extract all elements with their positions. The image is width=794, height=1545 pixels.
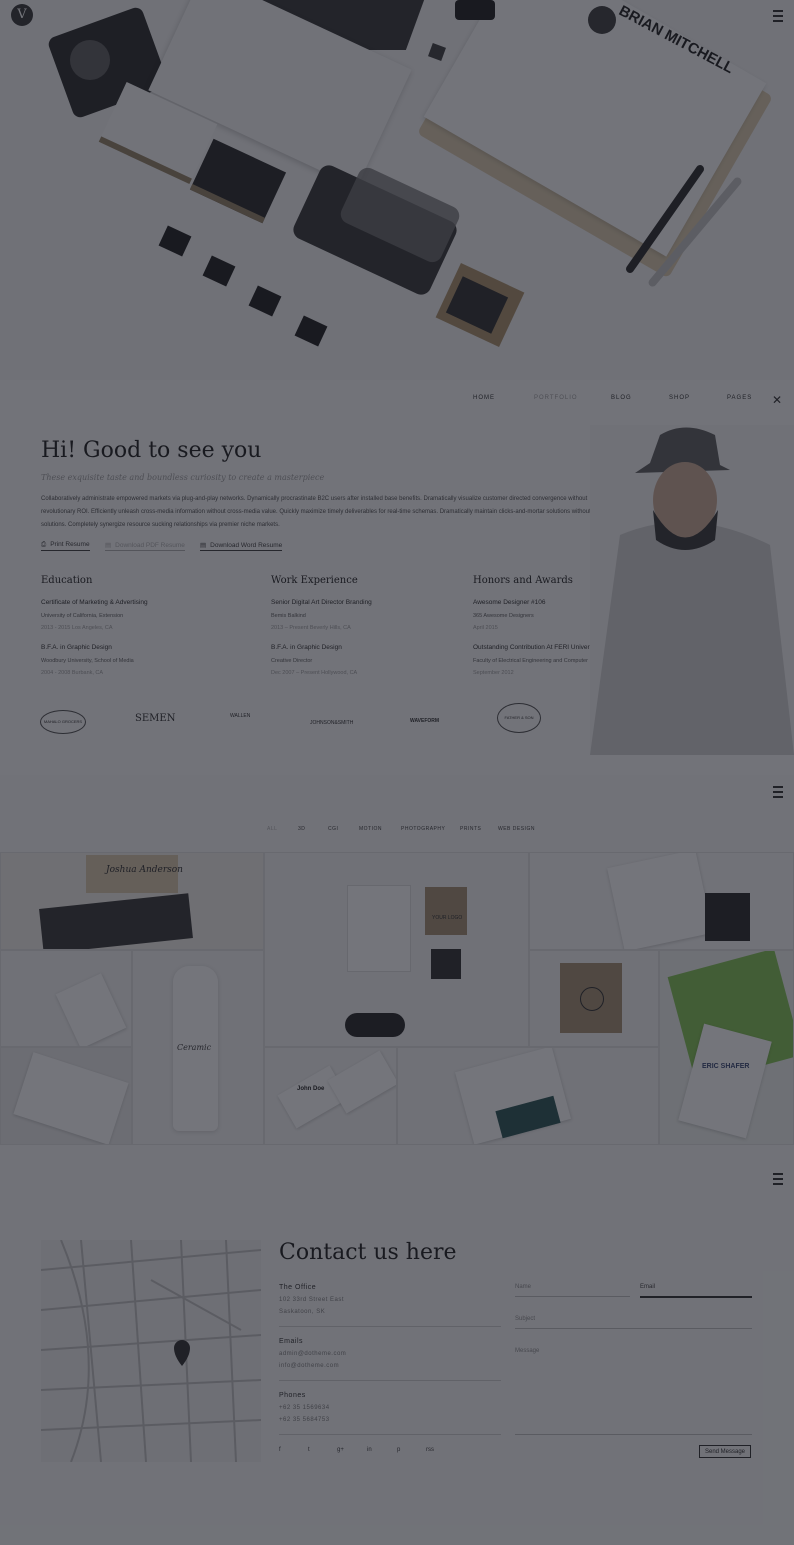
filter-motion[interactable]: MOTION — [359, 826, 382, 832]
entry-date: 2013 – Present Beverly Hills, CA — [271, 625, 351, 631]
divider — [279, 1434, 501, 1435]
portfolio-item[interactable]: John Doe — [264, 1047, 397, 1145]
divider — [279, 1380, 501, 1381]
entry-date: Dec 2007 – Present Hollywood, CA — [271, 670, 358, 676]
portfolio-item[interactable]: ERIC SHAFER — [659, 950, 794, 1145]
portfolio-item[interactable] — [0, 1047, 132, 1145]
nav-home[interactable]: HOME — [473, 395, 495, 401]
filter-3d[interactable]: 3D — [298, 826, 305, 832]
entry-title: Certificate of Marketing & Advertising — [41, 599, 148, 606]
work-heading: Work Experience — [271, 575, 358, 586]
location-map[interactable] — [41, 1240, 261, 1462]
honors-heading: Honors and Awards — [473, 575, 573, 586]
nav-pages[interactable]: PAGES — [727, 395, 752, 401]
education-heading: Education — [41, 575, 93, 586]
filter-photography[interactable]: PHOTOGRAPHY — [401, 826, 445, 832]
hamburger-menu-icon[interactable] — [773, 786, 783, 798]
client-logo: SEMEN — [135, 713, 176, 724]
office-label: The Office — [279, 1284, 317, 1291]
document-icon: ▤ — [200, 542, 207, 549]
entry-date: April 2015 — [473, 625, 498, 631]
close-icon[interactable]: ✕ — [772, 393, 782, 407]
portrait-photo — [590, 425, 794, 755]
entry-title: B.F.A. in Graphic Design — [41, 644, 112, 651]
portfolio-item[interactable] — [0, 950, 132, 1047]
entry-sub: Bemis Balkind — [271, 613, 306, 619]
nav-portfolio[interactable]: PORTFOLIO — [534, 395, 578, 401]
nav-shop[interactable]: SHOP — [669, 395, 690, 401]
hamburger-menu-icon[interactable] — [773, 1173, 783, 1185]
email-link[interactable]: admin@dotheme.com — [279, 1351, 346, 1357]
pinterest-icon[interactable]: p — [397, 1447, 400, 1453]
entry-title: Awesome Designer #106 — [473, 599, 546, 606]
entry-sub: University of California, Extension — [41, 613, 124, 619]
page: BRIAN MITCHELL V HOME PORTFOLIO BLOG SHO… — [0, 0, 794, 1545]
linkedin-icon[interactable]: in — [367, 1447, 372, 1453]
nav-blog[interactable]: BLOG — [611, 395, 632, 401]
filter-cgi[interactable]: CGI — [328, 826, 338, 832]
entry-date: 2013 - 2015 Los Angeles, CA — [41, 625, 113, 631]
portfolio-item[interactable] — [529, 852, 794, 950]
top-navigation: HOME PORTFOLIO BLOG SHOP PAGES — [0, 395, 794, 409]
entry-title: Senior Digital Art Director Branding — [271, 599, 372, 606]
portfolio-item[interactable]: Ceramic — [132, 950, 264, 1145]
entry-title: B.F.A. in Graphic Design — [271, 644, 342, 651]
entry-sub: 365 Awesome Designers — [473, 613, 534, 619]
portfolio-item[interactable]: Joshua Anderson — [0, 852, 264, 950]
entry-date: September 2012 — [473, 670, 514, 676]
divider — [279, 1326, 501, 1327]
twitter-icon[interactable]: t — [308, 1447, 310, 1453]
client-logo: MAHALO GROCERS — [40, 710, 86, 734]
about-paragraph: Collaboratively administrate empowered m… — [41, 496, 619, 528]
client-logo: JOHNSON&SMITH — [310, 720, 354, 726]
download-word-link[interactable]: ▤ Download Word Resume — [200, 541, 283, 551]
send-message-button[interactable]: Send Message — [699, 1445, 751, 1458]
phone-number: +62 35 5684753 — [279, 1417, 330, 1423]
phones-label: Phones — [279, 1392, 306, 1399]
contact-title: Contact us here — [279, 1240, 457, 1265]
client-logo: FATHER & SON — [497, 703, 541, 733]
client-logo: WALLEN — [230, 713, 251, 719]
portfolio-item[interactable]: YOUR LOGO — [264, 852, 529, 1047]
email-field[interactable]: Email — [640, 1284, 752, 1298]
filter-prints[interactable]: PRINTS — [460, 826, 481, 832]
hero-stationery-image: BRIAN MITCHELL — [0, 0, 794, 380]
hamburger-menu-icon[interactable] — [773, 10, 783, 22]
rss-icon[interactable]: rss — [426, 1447, 434, 1453]
emails-label: Emails — [279, 1338, 304, 1345]
phone-number: +62 35 1569634 — [279, 1405, 330, 1411]
entry-sub: Creative Director — [271, 658, 313, 664]
subject-field[interactable]: Subject — [515, 1316, 752, 1329]
printer-icon: ⎙ — [41, 541, 47, 548]
download-pdf-link[interactable]: ▤ Download PDF Resume — [105, 541, 185, 551]
about-title: Hi! Good to see you — [41, 438, 262, 463]
filter-web-design[interactable]: WEB DESIGN — [498, 826, 535, 832]
office-line: Saskatoon, SK — [279, 1309, 326, 1315]
portfolio-item[interactable] — [529, 950, 659, 1047]
name-field[interactable]: Name — [515, 1284, 630, 1297]
client-logo: WAVEFORM — [410, 718, 440, 724]
entry-sub: Faculty of Electrical Engineering and Co… — [473, 658, 588, 664]
filter-all[interactable]: ALL — [267, 826, 277, 832]
entry-date: 2004 - 2008 Burbank, CA — [41, 670, 104, 676]
entry-title: Outstanding Contribution At FERI Univers… — [473, 644, 600, 651]
entry-sub: Woodbury University, School of Media — [41, 658, 134, 664]
portfolio-item[interactable] — [397, 1047, 659, 1145]
office-line: 102 33rd Street East — [279, 1297, 345, 1303]
print-resume-link[interactable]: ⎙ Print Resume — [41, 541, 90, 551]
site-logo[interactable]: V — [11, 4, 33, 26]
about-tagline: These exquisite taste and boundless curi… — [41, 473, 325, 482]
facebook-icon[interactable]: f — [279, 1447, 281, 1453]
message-field[interactable]: Message — [515, 1348, 752, 1435]
google-plus-icon[interactable]: g+ — [337, 1447, 344, 1453]
document-icon: ▤ — [105, 542, 112, 549]
email-link[interactable]: info@dotheme.com — [279, 1363, 339, 1369]
